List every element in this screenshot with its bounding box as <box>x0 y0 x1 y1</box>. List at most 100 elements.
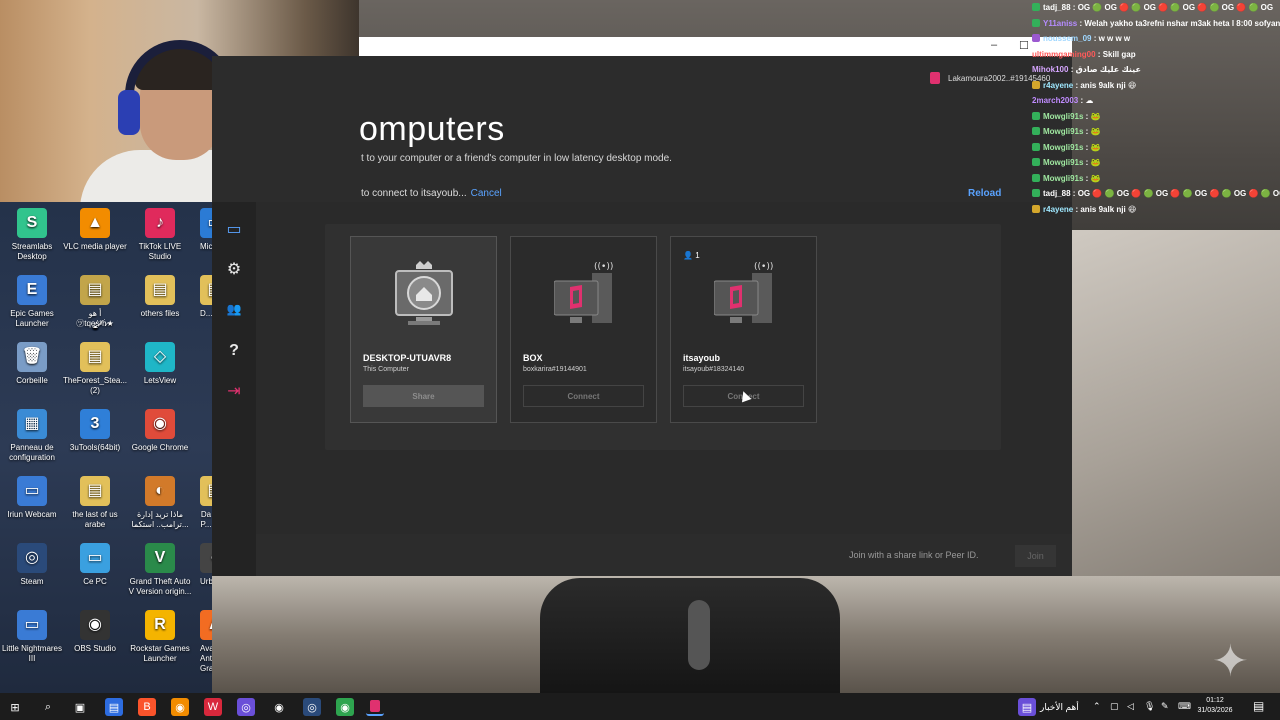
chat-username[interactable]: Mowgli91s <box>1043 127 1083 136</box>
computer-sub: boxkarira#19144901 <box>523 366 587 373</box>
desktop-icon[interactable]: 🗑 Corbeille <box>0 342 64 386</box>
taskbar-clock[interactable]: 01:12 31/03/2026 <box>1195 696 1235 716</box>
computer-name: DESKTOP-UTUAVR8 <box>363 353 452 363</box>
desktop-icon[interactable]: ▤ D... <box>200 275 212 319</box>
desktop-icon[interactable]: ▲ VLC media player <box>63 208 127 252</box>
chat-username[interactable]: Mowgli91s <box>1043 112 1083 121</box>
parsec-taskbar-icon[interactable] <box>366 698 384 716</box>
desktop-icon[interactable]: ◇ LetsView <box>128 342 192 386</box>
chat-username[interactable]: Y11aniss <box>1043 19 1077 28</box>
share-button[interactable]: Share <box>363 385 484 407</box>
chat-username[interactable]: Mowgli91s <box>1043 143 1083 152</box>
parsec-logo-icon <box>930 72 940 84</box>
desktop-icon[interactable]: ▤ Da P... <box>200 476 212 530</box>
chat-username[interactable]: tadj_88 <box>1043 189 1071 198</box>
keyboard-lang-icon[interactable]: ⌨ <box>1178 701 1191 712</box>
windows-start-icon[interactable]: ⊞ <box>6 698 24 716</box>
chat-username[interactable]: 2march2003 <box>1032 96 1078 105</box>
browser-icon[interactable]: ◉ <box>171 698 189 716</box>
wps-icon[interactable]: W <box>204 698 222 716</box>
desktop-icon[interactable]: V Grand Theft Auto V Version origin... <box>128 543 192 597</box>
chat-username[interactable]: ultimmgaming00 <box>1032 50 1096 59</box>
chat-badge-icon <box>1032 80 1040 89</box>
notification-icon[interactable]: ▤ <box>1253 699 1264 713</box>
chat-username[interactable]: Mowgli91s <box>1043 174 1083 183</box>
network-icon[interactable]: ▢ <box>1110 701 1119 712</box>
cancel-link[interactable]: Cancel <box>471 188 502 199</box>
task-view-icon[interactable]: ▣ <box>71 698 89 716</box>
chat-username[interactable]: r4ayene <box>1043 81 1073 90</box>
chat-message: Mihok100 : عينك عليك صادق <box>1032 62 1280 78</box>
chat-badge-icon <box>1032 158 1040 166</box>
computer-card[interactable]: DESKTOP-UTUAVR8 This Computer Share <box>350 236 497 423</box>
desktop-icon[interactable]: A Avast Antivirus Gratuit <box>200 610 212 674</box>
chat-message: tadj_88 : OG 🔴 🟢 OG 🔴 🟢 OG 🔴 🟢 OG 🔴 🟢 OG… <box>1032 186 1280 202</box>
chat-username[interactable]: Mihok100 <box>1032 65 1068 74</box>
file-explorer-icon[interactable]: ▤ <box>105 698 123 716</box>
news-label[interactable]: أهم الأخبار <box>1040 702 1079 713</box>
maximize-button[interactable]: ☐ <box>1019 39 1029 52</box>
desktop-icon[interactable]: ▤ أ هو ㋡tqẹ̷̥̣̤̩̮̯̲̹̺̻̼͈̩̥̣̤̩̮̯̲̹̺̻̼͈ṡ̷ⱁ̸… <box>63 275 127 329</box>
desktop-icon[interactable]: ▤ the last of us arabe <box>63 476 127 530</box>
desktop-icon[interactable]: E Epic Games Launcher <box>0 275 64 329</box>
friends-icon[interactable]: 👥 <box>212 296 256 322</box>
chat-badge-icon <box>1032 18 1040 27</box>
news-icon[interactable]: ▤ <box>1018 698 1036 716</box>
chat-message: r4ayene : anis 9alk nji 😆 <box>1032 78 1280 94</box>
desktop-icon[interactable]: R Rockstar Games Launcher <box>128 610 192 664</box>
chat-message: Mowgli91s : 🐸 <box>1032 124 1280 140</box>
desktop-icon-label: Google Chrome <box>131 443 189 452</box>
volume-icon[interactable]: ◁ <box>1127 701 1134 712</box>
computers-icon[interactable]: ▭ <box>212 216 256 242</box>
computer-name: BOX <box>523 353 543 363</box>
pen-icon[interactable]: ✎ <box>1161 701 1169 712</box>
desktop-app-icon: ▭ <box>17 476 47 506</box>
chat-username[interactable]: r4ayene <box>1043 205 1073 214</box>
search-icon[interactable]: ⌕ <box>39 698 57 716</box>
desktop-icon-label: D... <box>200 309 212 318</box>
settings-icon[interactable]: ⚙ <box>212 256 256 282</box>
desktop-icon[interactable]: ♪ TikTok LIVE Studio <box>128 208 192 262</box>
connect-button[interactable]: Connect <box>523 385 644 407</box>
desktop-app-icon: A <box>200 610 212 640</box>
desktop-app-icon: ♪ <box>145 208 175 238</box>
obs-icon[interactable]: ◉ <box>270 698 288 716</box>
chat-badge-icon <box>1032 127 1040 135</box>
desktop-icon-label: Epic Games Launcher <box>10 309 54 328</box>
desktop-icon[interactable]: 3 3uTools(64bit) <box>63 409 127 453</box>
minimize-button[interactable]: – <box>991 39 997 51</box>
computer-card[interactable]: ((•)) BOX boxkarira#19144901 Connect <box>510 236 657 423</box>
help-icon[interactable]: ? <box>212 338 256 364</box>
chat-message: noussem_09 : w w w w <box>1032 31 1280 47</box>
desktop-icon[interactable]: S Streamlabs Desktop <box>0 208 64 262</box>
desktop-icon[interactable]: ▭ Ce PC <box>63 543 127 587</box>
chat-message: 2march2003 : ☁ <box>1032 93 1280 109</box>
desktop-icon[interactable]: ▭ Micr... <box>200 208 212 252</box>
desktop-icon[interactable]: ▭ Iriun Webcam <box>0 476 64 520</box>
desktop-icon[interactable]: ▤ others files <box>128 275 192 319</box>
desktop-icon[interactable]: ▭ Little Nightmares III <box>0 610 64 664</box>
desktop-app-icon: ◉ <box>80 610 110 640</box>
chat-username[interactable]: tadj_88 <box>1043 3 1071 12</box>
desktop-icon[interactable]: ▦ Panneau de configuration <box>0 409 64 463</box>
mic-icon[interactable]: 🎙 <box>1144 701 1155 712</box>
brave-icon[interactable]: B <box>138 698 156 716</box>
tray-chevron-icon[interactable]: ⌃ <box>1093 701 1101 712</box>
desktop-icon[interactable]: ◐ UrbanVPN <box>200 543 212 587</box>
desktop-icon[interactable]: ◉ OBS Studio <box>63 610 127 654</box>
app-icon[interactable]: ◎ <box>237 698 255 716</box>
desktop-icon[interactable]: ◎ Steam <box>0 543 64 587</box>
desktop-app-icon: ▤ <box>145 275 175 305</box>
desktop-app-icon: ◇ <box>145 342 175 372</box>
reload-link[interactable]: Reload <box>968 188 1001 199</box>
desktop-icon[interactable]: ◉ Google Chrome <box>128 409 192 453</box>
join-button[interactable]: Join <box>1015 545 1056 567</box>
desktop-icon[interactable]: ◐ ماذا تريد إدارة ترامب.. استكما... <box>128 476 192 530</box>
steam-icon[interactable]: ◎ <box>303 698 321 716</box>
desktop-icon-label: Avast Antivirus Gratuit <box>200 644 212 673</box>
chat-username[interactable]: Mowgli91s <box>1043 158 1083 167</box>
chat-username[interactable]: noussem_09 <box>1043 34 1091 43</box>
chrome-icon[interactable]: ◉ <box>336 698 354 716</box>
logout-icon[interactable]: ⇥ <box>212 378 256 404</box>
desktop-icon[interactable]: ▤ TheForest_Stea... (2) <box>63 342 127 396</box>
